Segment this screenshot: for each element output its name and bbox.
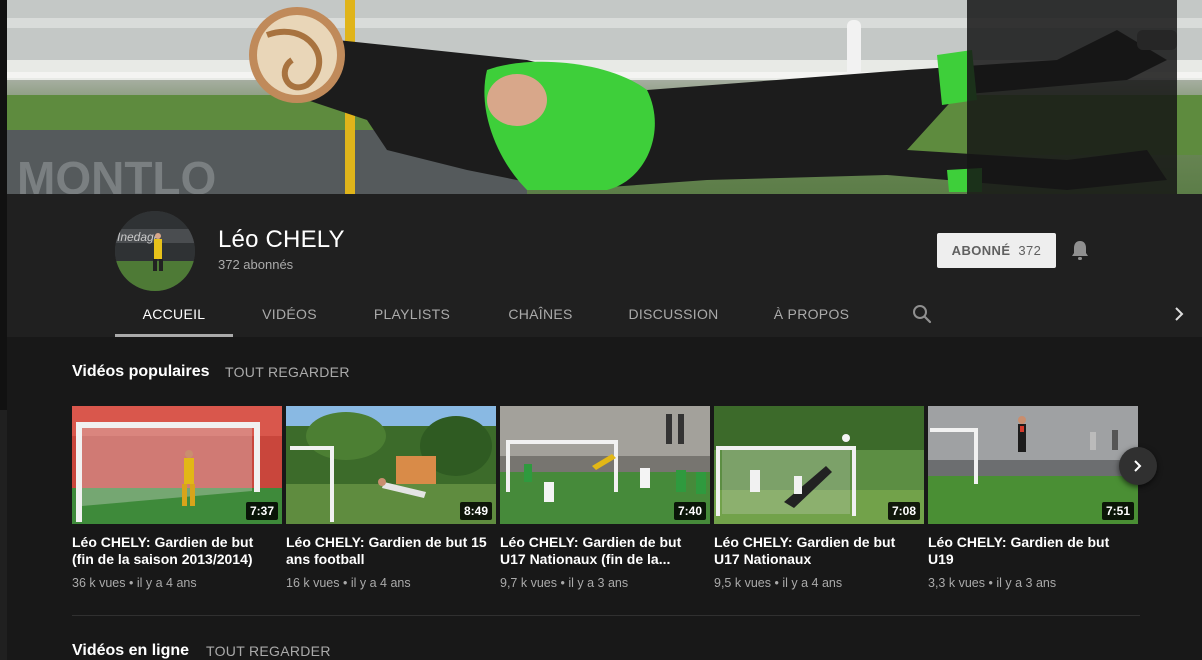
- section-title-online: Vidéos en ligne: [72, 642, 190, 659]
- tab-discussion[interactable]: DISCUSSION: [603, 291, 744, 337]
- tab-playlists[interactable]: PLAYLISTS: [346, 291, 478, 337]
- meta-separator: •: [343, 576, 348, 590]
- video-meta: 3,3 k vues • il y a 3 ans: [928, 575, 1138, 591]
- video-card[interactable]: 7:40 Léo CHELY: Gardien de but U17 Natio…: [500, 406, 710, 591]
- video-title[interactable]: Léo CHELY: Gardien de but U19: [928, 534, 1138, 568]
- video-meta: 16 k vues • il y a 4 ans: [286, 575, 496, 591]
- carousel-next-button[interactable]: [1119, 447, 1157, 485]
- subscribed-count: 372: [1018, 243, 1042, 258]
- video-meta: 9,7 k vues • il y a 3 ans: [500, 575, 710, 591]
- video-age: il y a 4 ans: [350, 576, 411, 590]
- meta-separator: •: [560, 576, 565, 590]
- video-views: 9,5 k vues: [714, 576, 771, 590]
- video-card[interactable]: 7:51 Léo CHELY: Gardien de but U19 3,3 k…: [928, 406, 1138, 591]
- video-views: 3,3 k vues: [928, 576, 985, 590]
- video-thumbnail[interactable]: 7:37: [72, 406, 282, 524]
- video-title[interactable]: Léo CHELY: Gardien de but U17 Nationaux: [714, 534, 924, 568]
- video-age: il y a 3 ans: [568, 576, 629, 590]
- avatar-image: Inedage: [115, 211, 195, 291]
- chevron-right-icon: [1134, 460, 1142, 472]
- channel-header: Inedage Léo CHELY 372 abonnés ABONNÉ 372…: [7, 194, 1202, 337]
- video-card[interactable]: 7:08 Léo CHELY: Gardien de but U17 Natio…: [714, 406, 924, 591]
- channel-banner: MONTLO: [7, 0, 1202, 194]
- tab-a-propos[interactable]: À PROPOS: [744, 291, 879, 337]
- video-duration: 7:08: [887, 502, 920, 520]
- video-duration: 7:37: [245, 502, 278, 520]
- page-edge-lower: [0, 410, 7, 660]
- video-card[interactable]: 7:37 Léo CHELY: Gardien de but (fin de l…: [72, 406, 282, 591]
- video-thumbnail[interactable]: 7:51: [928, 406, 1138, 524]
- video-title[interactable]: Léo CHELY: Gardien de but (fin de la sai…: [72, 534, 282, 568]
- meta-separator: •: [988, 576, 993, 590]
- video-views: 16 k vues: [286, 576, 340, 590]
- chevron-right-icon[interactable]: [1170, 304, 1188, 324]
- video-title[interactable]: Léo CHELY: Gardien de but U17 Nationaux …: [500, 534, 710, 568]
- subscriber-count: 372 abonnés: [218, 257, 294, 272]
- video-duration: 7:51: [1101, 502, 1134, 520]
- video-thumbnail[interactable]: 7:08: [714, 406, 924, 524]
- see-all-online-link[interactable]: TOUT REGARDER: [206, 643, 331, 659]
- search-icon[interactable]: [912, 304, 932, 324]
- video-views: 36 k vues: [72, 576, 126, 590]
- meta-separator: •: [774, 576, 779, 590]
- subscribed-label: ABONNÉ: [951, 243, 1011, 258]
- tab-chaines[interactable]: CHAÎNES: [478, 291, 603, 337]
- video-duration: 7:40: [673, 502, 706, 520]
- section-title-popular: Vidéos populaires: [72, 363, 210, 380]
- video-meta: 36 k vues • il y a 4 ans: [72, 575, 282, 591]
- see-all-popular-link[interactable]: TOUT REGARDER: [225, 364, 350, 380]
- channel-home-content: Vidéos populaires TOUT REGARDER 7:37 Léo…: [7, 337, 1202, 660]
- video-age: il y a 4 ans: [782, 576, 843, 590]
- channel-avatar[interactable]: Inedage: [115, 211, 195, 291]
- bell-icon[interactable]: [1070, 239, 1090, 261]
- video-title[interactable]: Léo CHELY: Gardien de but 15 ans footbal…: [286, 534, 496, 568]
- tab-accueil[interactable]: ACCUEIL: [115, 291, 233, 337]
- banner-artwork: MONTLO: [7, 0, 1202, 194]
- video-age: il y a 4 ans: [136, 576, 197, 590]
- meta-separator: •: [129, 576, 134, 590]
- video-duration: 8:49: [459, 502, 492, 520]
- svg-text:MONTLO: MONTLO: [17, 152, 216, 194]
- section-divider: [72, 615, 1140, 616]
- tab-videos[interactable]: VIDÉOS: [233, 291, 346, 337]
- channel-tabs: ACCUEIL VIDÉOS PLAYLISTS CHAÎNES DISCUSS…: [115, 291, 879, 337]
- channel-name: Léo CHELY: [218, 226, 345, 253]
- subscribed-button[interactable]: ABONNÉ 372: [937, 233, 1056, 268]
- video-age: il y a 3 ans: [996, 576, 1057, 590]
- video-views: 9,7 k vues: [500, 576, 557, 590]
- video-meta: 9,5 k vues • il y a 4 ans: [714, 575, 924, 591]
- video-card[interactable]: 8:49 Léo CHELY: Gardien de but 15 ans fo…: [286, 406, 496, 591]
- video-thumbnail[interactable]: 8:49: [286, 406, 496, 524]
- video-thumbnail[interactable]: 7:40: [500, 406, 710, 524]
